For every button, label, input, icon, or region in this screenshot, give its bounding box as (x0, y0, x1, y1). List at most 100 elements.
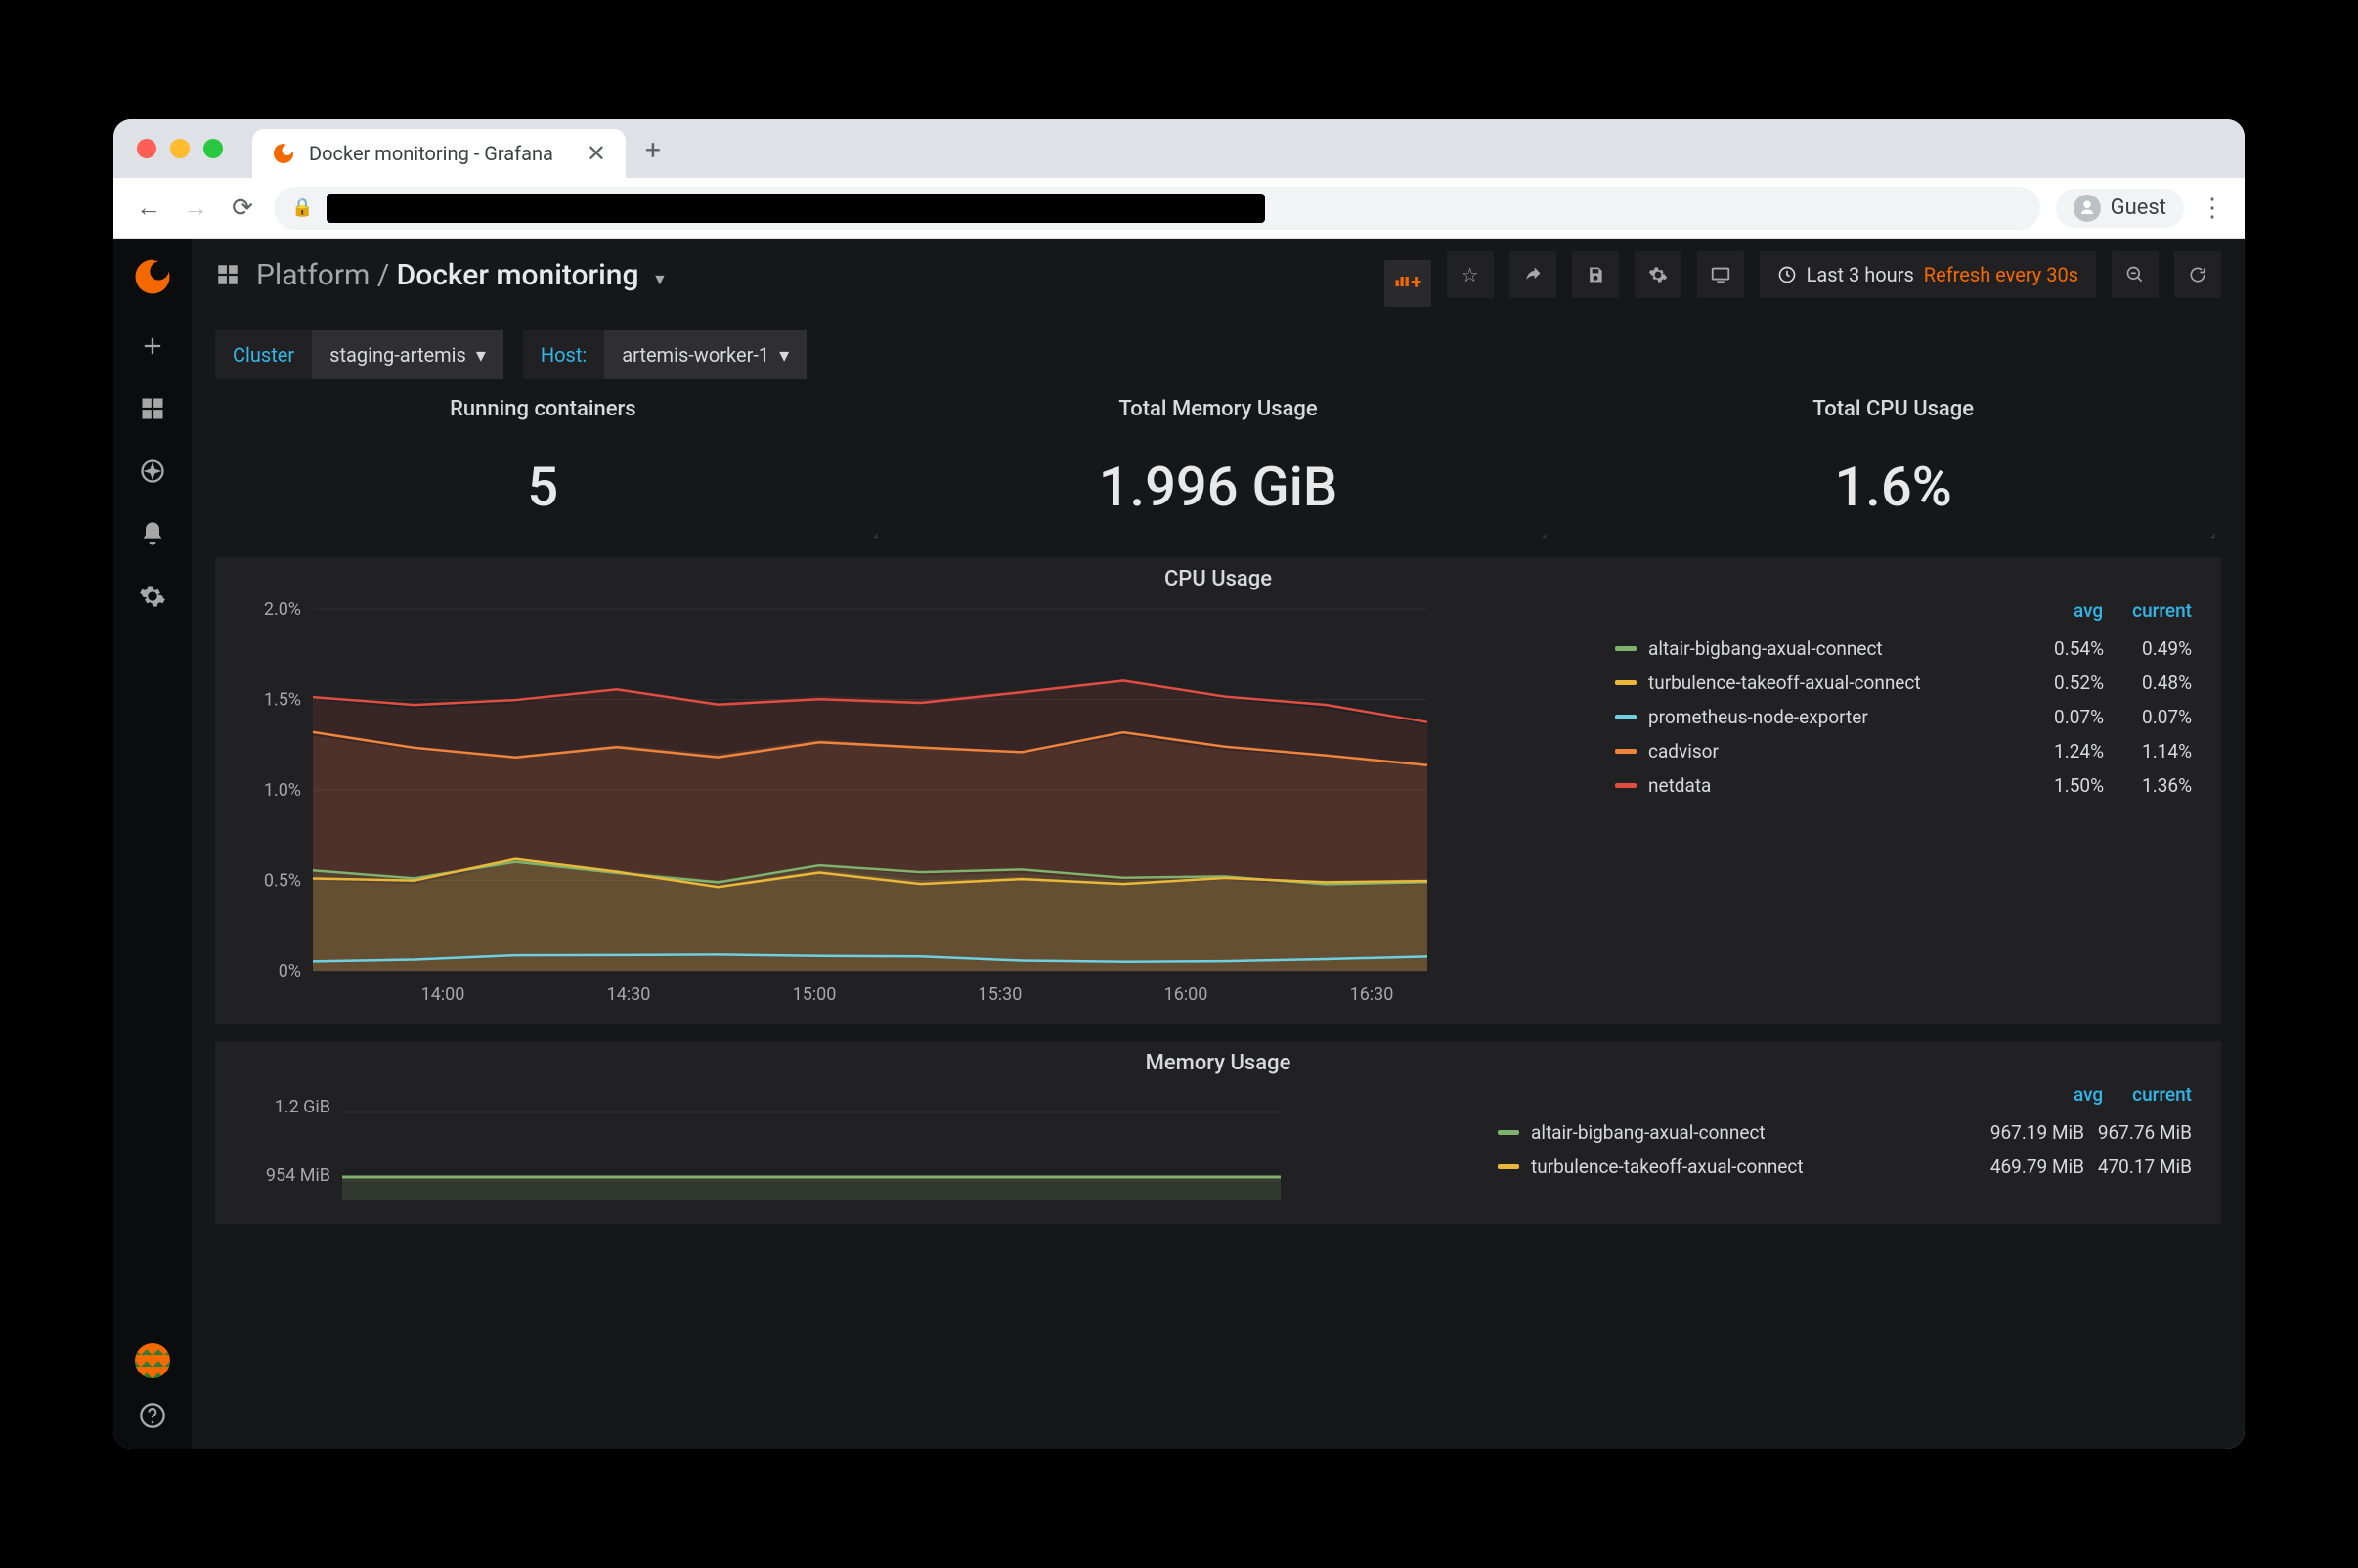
browser-window: Docker monitoring - Grafana ✕ + ← → ⟳ 🔒 … (113, 119, 2245, 1449)
chevron-down-icon: ▼ (652, 270, 668, 288)
configuration-icon[interactable] (139, 583, 166, 610)
memory-usage-panel[interactable]: Memory Usage 1.2 GiB954 MiB avg current … (215, 1041, 2221, 1224)
tab-strip: Docker monitoring - Grafana ✕ + (113, 119, 2245, 178)
panel-resize-handle[interactable]: ⌟ (215, 527, 884, 540)
close-window-button[interactable] (137, 139, 156, 158)
dashboards-icon[interactable] (139, 395, 166, 422)
legend-swatch (1498, 1164, 1519, 1169)
host-select[interactable]: artemis-worker-1▾ (604, 330, 807, 379)
guest-avatar-icon (2074, 195, 2101, 222)
legend-series-name: prometheus-node-exporter (1648, 706, 2016, 728)
legend-row[interactable]: netdata 1.50% 1.36% (1615, 768, 2202, 803)
add-panel-button[interactable]: + (1384, 260, 1431, 307)
grafana-favicon-icon (272, 142, 295, 165)
cluster-variable: Cluster staging-artemis▾ (215, 330, 503, 379)
explore-icon[interactable] (139, 457, 166, 485)
user-avatar[interactable] (135, 1343, 170, 1378)
legend-header-current[interactable]: current (2132, 1083, 2192, 1106)
refresh-button[interactable] (2174, 251, 2221, 298)
legend-row[interactable]: turbulence-takeoff-axual-connect 469.79 … (1498, 1150, 2202, 1184)
legend-series-name: turbulence-takeoff-axual-connect (1531, 1155, 1977, 1178)
legend-header-current[interactable]: current (2132, 599, 2192, 622)
stat-title: Total CPU Usage (1565, 397, 2221, 421)
stat-title: Total Memory Usage (891, 397, 1547, 421)
dashboard-body: Cluster staging-artemis▾ Host: artemis-w… (192, 311, 2245, 1449)
lock-icon: 🔒 (291, 197, 313, 218)
svg-text:0.5%: 0.5% (264, 871, 301, 892)
legend-current: 470.17 MiB (2084, 1155, 2192, 1178)
legend-current: 0.07% (2104, 706, 2192, 728)
svg-text:16:00: 16:00 (1164, 984, 1208, 1005)
dashboard-grid-icon[interactable] (215, 262, 240, 287)
legend-current: 0.48% (2104, 672, 2192, 694)
forward-button[interactable]: → (180, 193, 211, 224)
breadcrumb-parent: Platform (256, 258, 370, 292)
legend-avg: 469.79 MiB (1977, 1155, 2084, 1178)
svg-text:15:00: 15:00 (793, 984, 837, 1005)
help-icon[interactable] (139, 1402, 166, 1429)
template-variables: Cluster staging-artemis▾ Host: artemis-w… (215, 330, 2221, 379)
breadcrumb-current: Docker monitoring (397, 258, 639, 292)
legend-row[interactable]: prometheus-node-exporter 0.07% 0.07% (1615, 700, 2202, 734)
legend-row[interactable]: altair-bigbang-axual-connect 967.19 MiB … (1498, 1115, 2202, 1150)
legend-row[interactable]: cadvisor 1.24% 1.14% (1615, 734, 2202, 768)
time-range-label: Last 3 hours (1807, 263, 1914, 286)
sidebar (113, 239, 192, 1449)
grafana-logo-icon[interactable] (132, 256, 173, 297)
breadcrumb[interactable]: Platform / Docker monitoring ▼ (256, 258, 668, 292)
settings-button[interactable] (1635, 251, 1681, 298)
stats-row: Running containers 5 Total Memory Usage … (215, 397, 2221, 519)
legend-header-avg[interactable]: avg (2074, 599, 2103, 622)
svg-text:0%: 0% (279, 961, 301, 981)
browser-menu-button[interactable]: ⋮ (2200, 194, 2225, 223)
legend-header-avg[interactable]: avg (2074, 1083, 2103, 1106)
legend-current: 0.49% (2104, 637, 2192, 660)
save-button[interactable] (1572, 251, 1619, 298)
svg-text:954 MiB: 954 MiB (266, 1165, 330, 1186)
svg-text:15:30: 15:30 (979, 984, 1023, 1005)
reload-button[interactable]: ⟳ (227, 193, 258, 224)
stat-title: Running containers (215, 397, 871, 421)
stat-memory-usage[interactable]: Total Memory Usage 1.996 GiB (891, 397, 1547, 519)
back-button[interactable]: ← (133, 193, 164, 224)
maximize-window-button[interactable] (203, 139, 223, 158)
tab-close-icon[interactable]: ✕ (587, 140, 606, 167)
host-variable: Host: artemis-worker-1▾ (523, 330, 807, 379)
cluster-select[interactable]: staging-artemis▾ (312, 330, 503, 379)
legend-current: 967.76 MiB (2084, 1121, 2192, 1144)
cpu-usage-panel[interactable]: CPU Usage 0%0.5%1.0%1.5%2.0%14:0014:3015… (215, 557, 2221, 1024)
stat-cpu-usage[interactable]: Total CPU Usage 1.6% (1565, 397, 2221, 519)
cpu-chart[interactable]: 0%0.5%1.0%1.5%2.0%14:0014:3015:0015:3016… (235, 599, 1595, 1010)
create-icon[interactable] (139, 332, 166, 360)
legend-swatch (1498, 1130, 1519, 1135)
svg-text:1.0%: 1.0% (264, 780, 301, 801)
url-input[interactable]: 🔒 (274, 187, 2040, 230)
legend-row[interactable]: altair-bigbang-axual-connect 0.54% 0.49% (1615, 632, 2202, 666)
chevron-down-icon: ▾ (476, 343, 486, 367)
minimize-window-button[interactable] (170, 139, 190, 158)
main-content: Platform / Docker monitoring ▼ + ☆ Last … (192, 239, 2245, 1449)
share-button[interactable] (1509, 251, 1556, 298)
legend-series-name: altair-bigbang-axual-connect (1531, 1121, 1977, 1144)
alerting-icon[interactable] (139, 520, 166, 547)
svg-text:16:30: 16:30 (1350, 984, 1394, 1005)
stat-value: 1.6% (1565, 455, 2221, 519)
panel-resize-handle[interactable]: ⌟ (1552, 527, 2221, 540)
url-redacted (327, 194, 1265, 223)
cycle-view-button[interactable] (1697, 251, 1744, 298)
browser-tab[interactable]: Docker monitoring - Grafana ✕ (252, 129, 626, 178)
legend-current: 1.36% (2104, 774, 2192, 797)
legend-swatch (1615, 646, 1637, 651)
memory-chart[interactable]: 1.2 GiB954 MiB (235, 1083, 1478, 1210)
stat-running-containers[interactable]: Running containers 5 (215, 397, 871, 519)
new-tab-button[interactable]: + (626, 134, 680, 166)
star-button[interactable]: ☆ (1447, 251, 1494, 298)
legend-row[interactable]: turbulence-takeoff-axual-connect 0.52% 0… (1615, 666, 2202, 700)
profile-button[interactable]: Guest (2056, 189, 2184, 228)
panel-resize-handle[interactable]: ⌟ (884, 527, 1552, 540)
panel-title: CPU Usage (215, 567, 2221, 591)
time-range-picker[interactable]: Last 3 hours Refresh every 30s (1760, 251, 2096, 298)
zoom-out-button[interactable] (2112, 251, 2159, 298)
legend-series-name: turbulence-takeoff-axual-connect (1648, 672, 2016, 694)
address-bar: ← → ⟳ 🔒 Guest ⋮ (113, 178, 2245, 239)
